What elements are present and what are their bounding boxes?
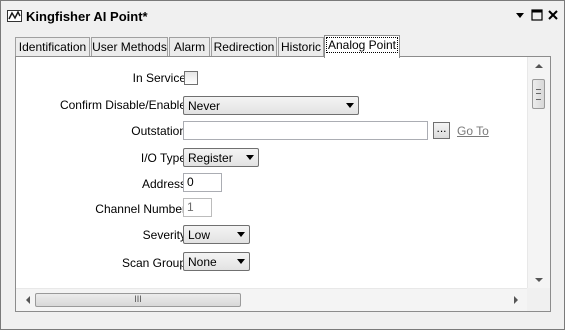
- close-icon[interactable]: [546, 8, 560, 22]
- channel-number-input: 1: [183, 198, 212, 217]
- scroll-left-icon[interactable]: [26, 296, 30, 304]
- scroll-right-icon[interactable]: [514, 296, 518, 304]
- address-label: Address: [141, 177, 186, 191]
- horizontal-scrollbar[interactable]: III: [16, 288, 527, 311]
- io-type-label: I/O Type: [140, 151, 186, 165]
- tab-label: Redirection: [213, 40, 275, 54]
- severity-select[interactable]: Low: [183, 225, 250, 244]
- analog-point-icon: [7, 10, 22, 22]
- tab-label: Identification: [18, 40, 87, 54]
- chevron-down-icon: [237, 232, 245, 237]
- channel-number-label: Channel Number: [95, 202, 186, 216]
- window-menu-dropdown-icon[interactable]: [513, 8, 527, 22]
- address-input[interactable]: 0: [183, 173, 222, 192]
- grip-icon: III: [134, 294, 142, 304]
- tab-redirection[interactable]: Redirection: [211, 37, 277, 56]
- tab-historic[interactable]: Historic: [278, 37, 324, 56]
- tab-label: Analog Point: [325, 37, 399, 53]
- io-type-select[interactable]: Register: [183, 148, 259, 167]
- analog-point-panel: In Service Confirm Disable/Enable Never …: [15, 56, 551, 312]
- scroll-down-icon[interactable]: [535, 278, 543, 282]
- go-to-link[interactable]: Go To: [457, 124, 489, 138]
- horizontal-scroll-thumb[interactable]: III: [35, 293, 241, 307]
- chevron-down-icon: [246, 155, 254, 160]
- outstation-input[interactable]: [183, 121, 428, 140]
- selected-value: Never: [188, 99, 221, 113]
- grip-icon: [536, 89, 541, 100]
- scan-group-label: Scan Group: [121, 256, 186, 270]
- window: Kingfisher AI Point* Identification User…: [0, 0, 565, 330]
- tab-user-methods[interactable]: User Methods: [91, 37, 168, 56]
- form-area: In Service Confirm Disable/Enable Never …: [16, 57, 527, 289]
- tab-alarm[interactable]: Alarm: [169, 37, 210, 56]
- title-bar[interactable]: Kingfisher AI Point*: [1, 1, 564, 31]
- severity-label: Severity: [142, 228, 186, 242]
- tab-analog-point[interactable]: Analog Point: [324, 35, 400, 58]
- chevron-down-icon: [237, 259, 245, 264]
- in-service-label: In Service: [132, 71, 186, 85]
- vertical-scroll-thumb[interactable]: [532, 79, 545, 109]
- scrollbar-corner: [527, 288, 550, 311]
- vertical-scrollbar[interactable]: [527, 57, 550, 289]
- in-service-checkbox[interactable]: [184, 71, 198, 85]
- chevron-down-icon: [346, 103, 354, 108]
- maximize-icon[interactable]: [530, 8, 544, 22]
- tab-label: Historic: [280, 40, 321, 54]
- window-title: Kingfisher AI Point*: [26, 9, 148, 24]
- selected-value: Register: [188, 151, 233, 165]
- confirm-disable-enable-select[interactable]: Never: [183, 96, 359, 115]
- scan-group-select[interactable]: None: [183, 252, 250, 271]
- selected-value: None: [188, 255, 217, 269]
- selected-value: Low: [188, 228, 211, 242]
- outstation-label: Outstation: [131, 124, 186, 138]
- outstation-browse-button[interactable]: ...: [433, 122, 450, 139]
- scroll-up-icon[interactable]: [535, 64, 543, 68]
- tab-identification[interactable]: Identification: [15, 37, 90, 56]
- confirm-disable-enable-label: Confirm Disable/Enable: [59, 98, 186, 112]
- tab-label: User Methods: [92, 40, 167, 54]
- tab-label: Alarm: [173, 40, 206, 54]
